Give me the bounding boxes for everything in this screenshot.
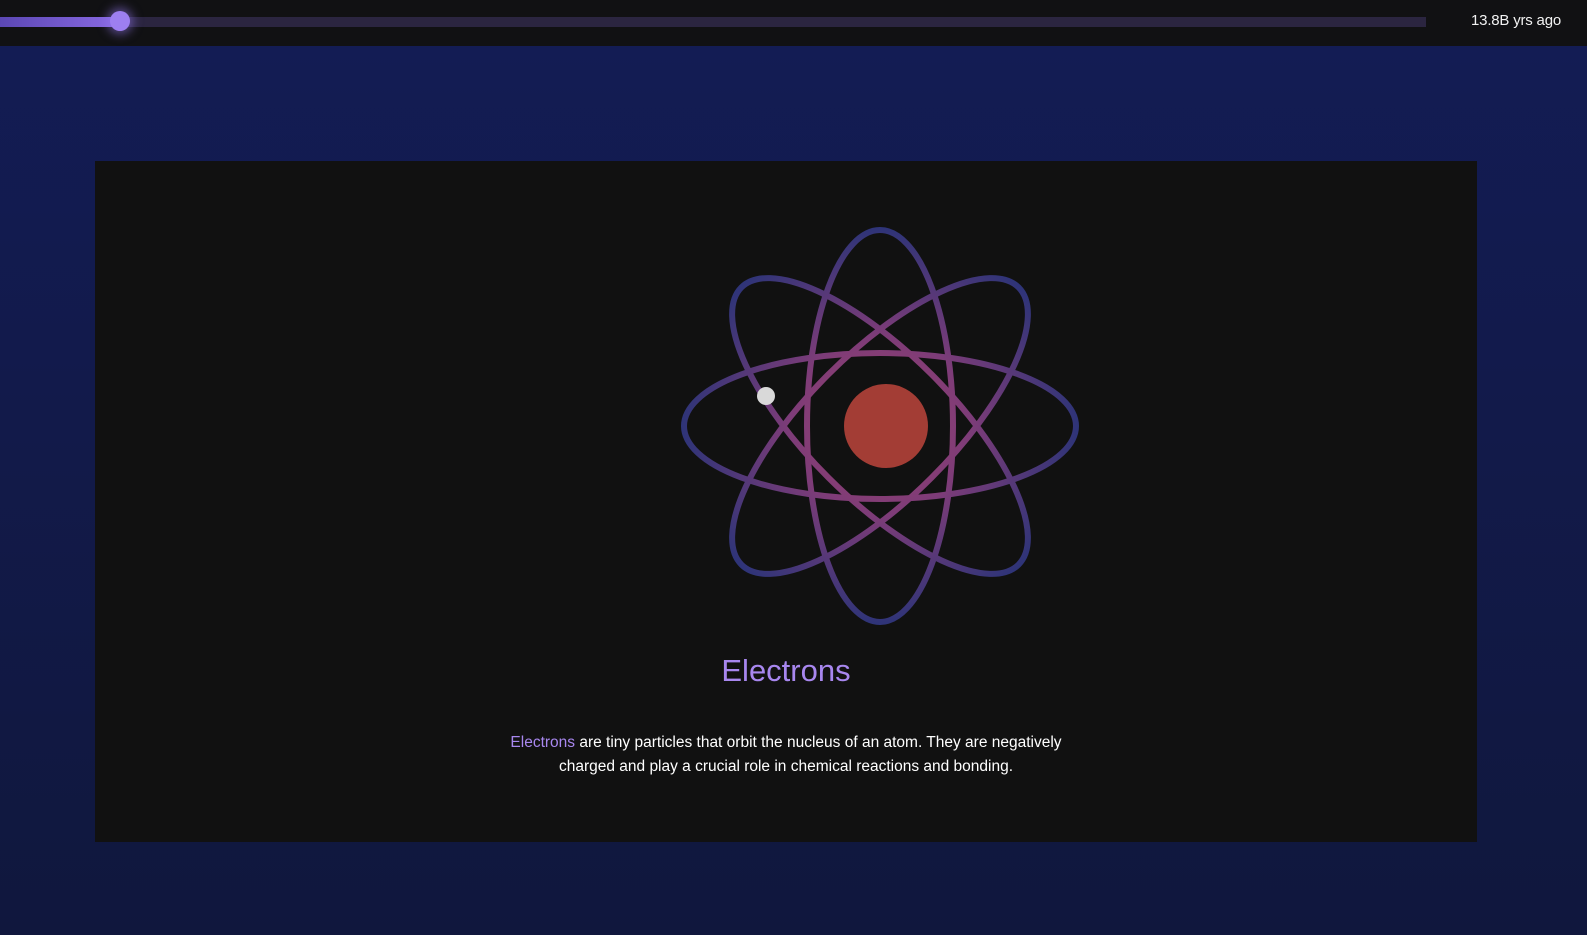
timeline-slider[interactable] xyxy=(0,17,1426,27)
time-label: 13.8B yrs ago xyxy=(1471,12,1561,29)
description-text: are tiny particles that orbit the nucleu… xyxy=(558,734,1062,775)
electron-icon xyxy=(757,387,775,405)
card-description: Electrons are tiny particles that orbit … xyxy=(496,731,1076,779)
timeline-bar: 13.8B yrs ago xyxy=(0,0,1587,46)
timeline-slider-handle[interactable] xyxy=(110,11,130,31)
description-highlight: Electrons xyxy=(510,734,576,751)
card-title: Electrons xyxy=(721,653,851,688)
timeline-progress-fill xyxy=(0,17,120,27)
atom-icon xyxy=(681,227,1079,625)
content-card: Electrons Electrons are tiny particles t… xyxy=(95,161,1477,842)
nucleus-icon xyxy=(844,384,928,468)
